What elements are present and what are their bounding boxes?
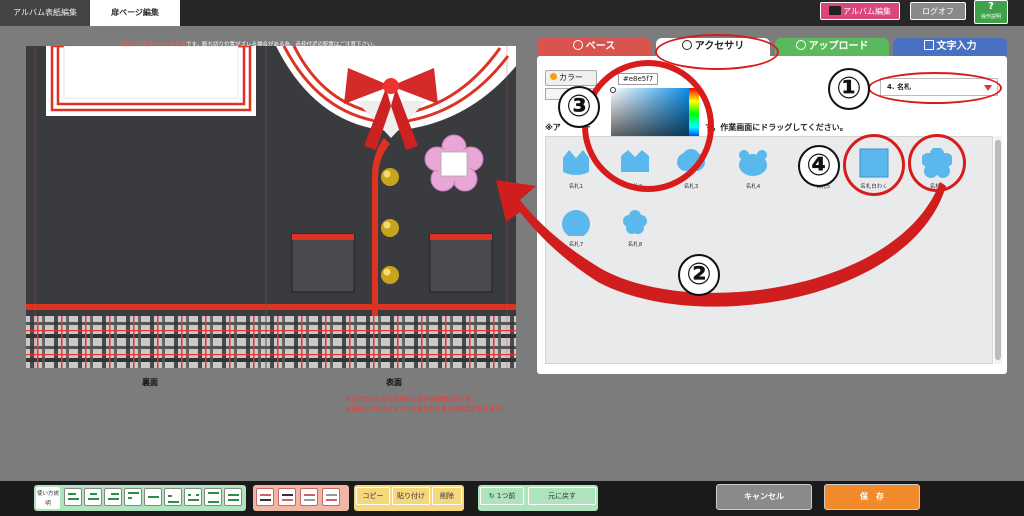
redo-button[interactable]: 元に戻す: [528, 487, 596, 505]
drag-arrow: [496, 180, 946, 307]
cancel-button[interactable]: キャンセル: [716, 484, 812, 510]
distribute-horizontal-button[interactable]: [184, 488, 202, 506]
step-4-marker: ④: [798, 145, 840, 187]
align-center-button[interactable]: [84, 488, 102, 506]
distribute-vertical-button[interactable]: [204, 488, 222, 506]
step-3-marker: ③: [558, 86, 600, 128]
bring-front-button[interactable]: [256, 488, 274, 506]
undo-label: 1つ前: [496, 492, 516, 500]
delete-button[interactable]: 削除: [432, 487, 462, 505]
highlight-category-select: [868, 72, 1002, 104]
step-1-marker: ①: [828, 68, 870, 110]
align-right-button[interactable]: [104, 488, 122, 506]
align-left-button[interactable]: [64, 488, 82, 506]
same-size-button[interactable]: [224, 488, 242, 506]
save-button[interactable]: 保 存: [824, 484, 920, 510]
usage-button[interactable]: 使い方説明: [36, 487, 60, 509]
highlight-square-item: [843, 134, 905, 196]
send-back-button[interactable]: [322, 488, 340, 506]
undo-button[interactable]: ↻ 1つ前: [480, 487, 524, 505]
bring-forward-button[interactable]: [278, 488, 296, 506]
align-bottom-button[interactable]: [164, 488, 182, 506]
paste-button[interactable]: 貼り付け: [392, 487, 430, 505]
highlight-flower-item: [908, 134, 966, 192]
align-middle-button[interactable]: [144, 488, 162, 506]
align-top-button[interactable]: [124, 488, 142, 506]
send-backward-button[interactable]: [300, 488, 318, 506]
step-2-marker: ②: [678, 254, 720, 296]
undo-icon: ↻: [488, 492, 497, 500]
copy-button[interactable]: コピー: [356, 487, 390, 505]
highlight-color-picker: [582, 60, 714, 192]
